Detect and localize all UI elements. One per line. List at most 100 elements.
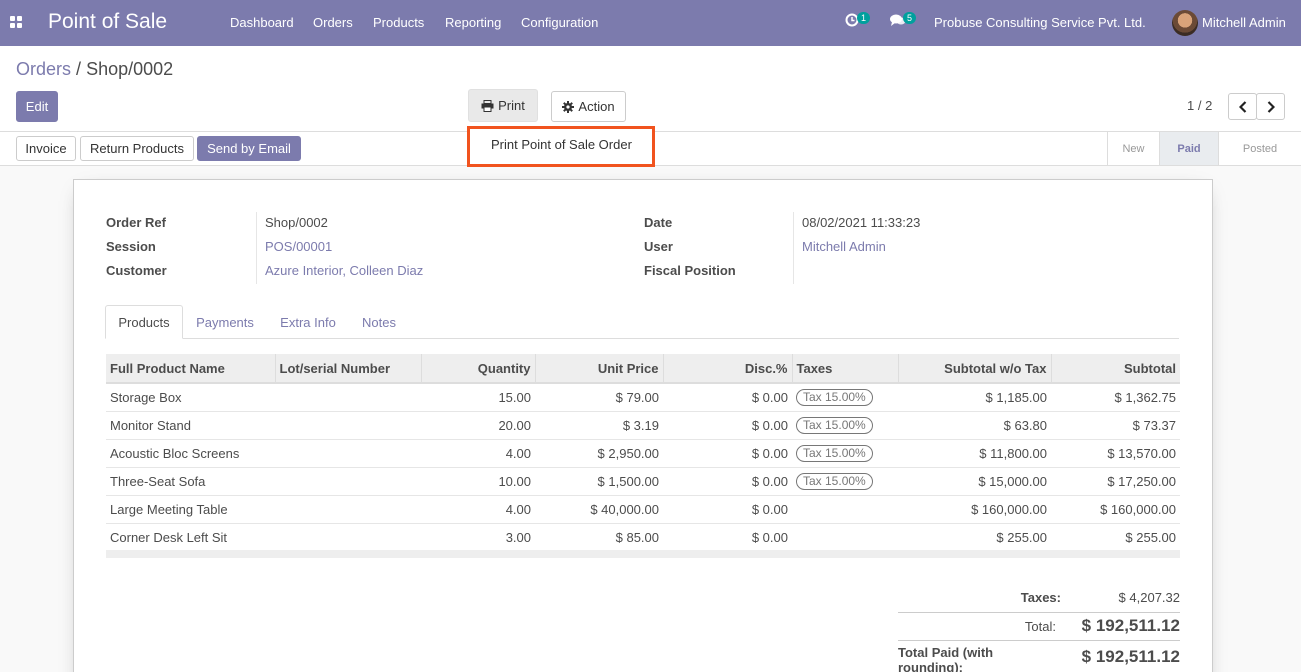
subtotal-cell: $ 13,570.00 <box>1051 438 1180 467</box>
menu-configuration[interactable]: Configuration <box>521 15 598 30</box>
table-row[interactable]: Three-Seat Sofa 10.00 $ 1,500.00 $ 0.00 Tax … <box>106 466 1180 495</box>
unit-price-cell: $ 1,500.00 <box>535 466 663 495</box>
menu-products[interactable]: Products <box>373 15 424 30</box>
column-header[interactable]: Disc.% <box>663 354 793 384</box>
breadcrumb-separator: / <box>76 59 82 79</box>
subtotal-cell: $ 17,250.00 <box>1051 466 1180 495</box>
total-paid-value: $ 192,511.12 <box>1081 647 1180 666</box>
user-label: User <box>644 239 673 254</box>
stage-new[interactable]: New <box>1107 132 1159 165</box>
send-by-email-button[interactable]: Send by Email <box>197 136 301 161</box>
tab-products[interactable]: Products <box>105 305 183 339</box>
top-navbar: Point of Sale Dashboard Orders Products … <box>0 0 1301 46</box>
column-header[interactable]: Subtotal w/o Tax <box>898 354 1052 384</box>
print-button[interactable]: Print <box>468 89 538 122</box>
pager-value[interactable]: 1 / 2 <box>1187 98 1212 113</box>
company-switcher[interactable]: Probuse Consulting Service Pvt. Ltd. <box>934 15 1146 30</box>
column-header[interactable]: Subtotal <box>1051 354 1180 384</box>
print-pos-order-menu-item[interactable]: Print Point of Sale Order <box>491 137 632 152</box>
messages-badge: 5 <box>903 12 917 24</box>
column-header[interactable]: Unit Price <box>535 354 664 384</box>
discount-cell: $ 0.00 <box>663 438 792 467</box>
subtotal-without-tax-cell: $ 160,000.00 <box>898 494 1051 523</box>
table-row[interactable]: Monitor Stand 20.00 $ 3.19 $ 0.00 Tax 15.00%… <box>106 410 1180 439</box>
taxes-value: $ 4,207.32 <box>1118 590 1180 605</box>
subtotal-without-tax-cell: $ 15,000.00 <box>898 466 1051 495</box>
pager-next-button[interactable] <box>1256 93 1285 120</box>
session-link[interactable]: POS/00001 <box>265 239 332 254</box>
menu-dashboard[interactable]: Dashboard <box>230 15 294 30</box>
lot-number-cell <box>275 438 421 467</box>
tax-tag: Tax 15.00% <box>796 472 873 490</box>
customer-link[interactable]: Azure Interior, Colleen Diaz <box>265 263 423 278</box>
tab-payments[interactable]: Payments <box>185 305 265 339</box>
total-paid-label: Total Paid (with rounding): <box>898 645 994 672</box>
column-header[interactable]: Full Product Name <box>106 354 276 384</box>
activity-badge: 1 <box>857 12 871 24</box>
product-name-cell: Three-Seat Sofa <box>106 466 275 495</box>
stage-paid[interactable]: Paid <box>1159 132 1218 165</box>
lot-number-cell <box>275 466 421 495</box>
control-panel: Orders / Shop/0002 Edit Print Action 1 /… <box>0 46 1301 132</box>
table-footer <box>106 550 1180 558</box>
unit-price-cell: $ 40,000.00 <box>535 494 663 523</box>
stage-posted[interactable]: Posted <box>1218 132 1301 165</box>
unit-price-cell: $ 3.19 <box>535 410 663 439</box>
taxes-cell: Tax 15.00% <box>792 466 898 495</box>
tax-tag: Tax 15.00% <box>796 444 873 462</box>
table-row[interactable]: Acoustic Bloc Screens 4.00 $ 2,950.00 $ 0.0… <box>106 438 1180 467</box>
action-button[interactable]: Action <box>551 91 626 122</box>
user-link[interactable]: Mitchell Admin <box>802 239 886 254</box>
edit-button[interactable]: Edit <box>16 91 58 122</box>
lot-number-cell <box>275 522 421 551</box>
table-header-row: Full Product Name Lot/serial Number Quan… <box>106 354 1180 384</box>
discount-cell: $ 0.00 <box>663 522 792 551</box>
date-label: Date <box>644 215 673 230</box>
menu-orders[interactable]: Orders <box>313 15 353 30</box>
apps-menu-icon[interactable] <box>10 16 23 29</box>
column-header[interactable]: Taxes <box>792 354 899 384</box>
table-row[interactable]: Corner Desk Left Sit 3.00 $ 85.00 $ 0.00 $ 2… <box>106 522 1180 551</box>
subtotal-without-tax-cell: $ 63.80 <box>898 410 1051 439</box>
tab-notes[interactable]: Notes <box>350 305 408 339</box>
discount-cell: $ 0.00 <box>663 494 792 523</box>
user-menu[interactable]: Mitchell Admin <box>1202 15 1286 30</box>
column-header[interactable]: Lot/serial Number <box>275 354 422 384</box>
unit-price-cell: $ 2,950.00 <box>535 438 663 467</box>
invoice-button[interactable]: Invoice <box>16 136 76 161</box>
subtotal-without-tax-cell: $ 1,185.00 <box>898 382 1051 411</box>
product-name-cell: Monitor Stand <box>106 410 275 439</box>
pager-previous-button[interactable] <box>1228 93 1257 120</box>
quantity-cell: 4.00 <box>421 494 535 523</box>
taxes-cell <box>792 522 898 551</box>
user-avatar[interactable] <box>1172 10 1198 36</box>
return-products-button[interactable]: Return Products <box>80 136 194 161</box>
table-row[interactable]: Storage Box 15.00 $ 79.00 $ 0.00 Tax 15.00% $… <box>106 382 1180 411</box>
menu-reporting[interactable]: Reporting <box>445 15 501 30</box>
total-value: $ 192,511.12 <box>1081 616 1180 635</box>
breadcrumb: Orders / Shop/0002 <box>16 59 173 80</box>
print-dropdown-menu: Print Point of Sale Order <box>467 126 655 167</box>
field-divider <box>256 212 257 284</box>
field-divider <box>793 212 794 284</box>
quantity-cell: 10.00 <box>421 466 535 495</box>
column-header[interactable]: Quantity <box>421 354 536 384</box>
chevron-right-icon <box>1267 100 1275 113</box>
table-row[interactable]: Large Meeting Table 4.00 $ 40,000.00 $ 0.00… <box>106 494 1180 523</box>
quantity-cell: 4.00 <box>421 438 535 467</box>
tab-extra-info[interactable]: Extra Info <box>269 305 347 339</box>
date-value: 08/02/2021 11:33:23 <box>802 215 921 230</box>
totals-divider <box>898 612 1180 613</box>
quantity-cell: 15.00 <box>421 382 535 411</box>
customer-label: Customer <box>106 263 167 278</box>
taxes-cell <box>792 494 898 523</box>
notebook-tabs: Products Payments Extra Info Notes <box>105 305 1179 339</box>
lot-number-cell <box>275 382 421 411</box>
lot-number-cell <box>275 410 421 439</box>
chevron-left-icon <box>1238 100 1246 113</box>
subtotal-cell: $ 73.37 <box>1051 410 1180 439</box>
taxes-cell: Tax 15.00% <box>792 382 898 411</box>
unit-price-cell: $ 85.00 <box>535 522 663 551</box>
breadcrumb-orders-link[interactable]: Orders <box>16 59 71 79</box>
subtotal-cell: $ 1,362.75 <box>1051 382 1180 411</box>
